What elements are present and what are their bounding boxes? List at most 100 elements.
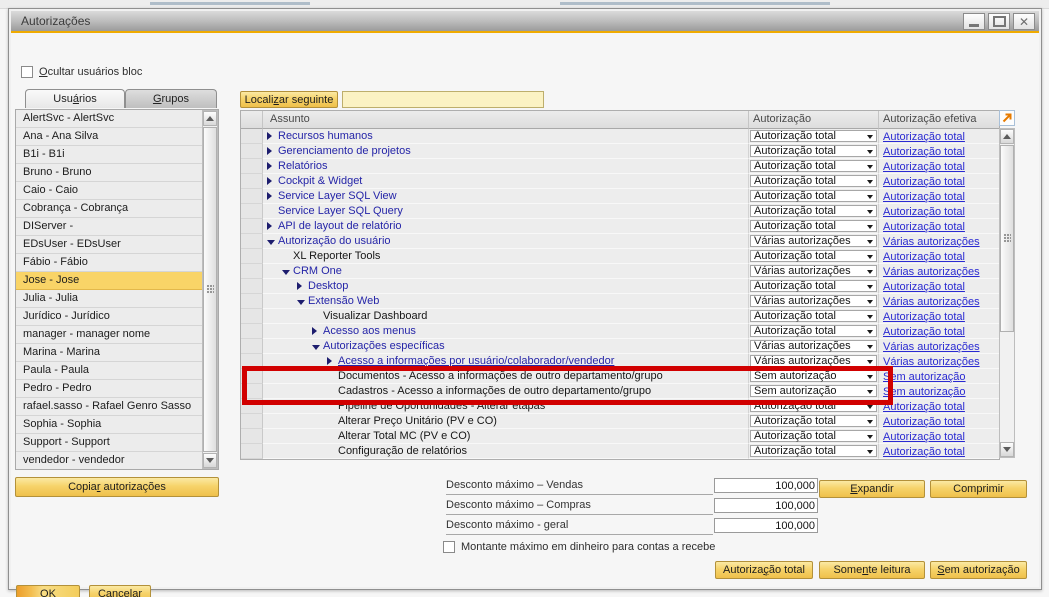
subject-cell[interactable]: Autorizações específicas	[263, 339, 749, 354]
row-selector[interactable]	[241, 189, 263, 204]
effective-authorization-link[interactable]: Autorização total	[883, 131, 965, 143]
ok-button[interactable]: OK	[16, 585, 80, 597]
tree-toggle[interactable]	[267, 159, 278, 174]
subject-label[interactable]: Alterar Preço Unitário (PV e CO)	[338, 414, 497, 428]
row-selector[interactable]	[241, 294, 263, 309]
list-item-user[interactable]: Bruno - Bruno	[16, 164, 203, 182]
subject-label[interactable]: Acesso a informações por usuário/colabor…	[338, 354, 614, 368]
subject-label[interactable]: Desktop	[308, 279, 348, 293]
subject-label[interactable]: XL Reporter Tools	[293, 249, 380, 263]
list-item-user[interactable]: Paula - Paula	[16, 362, 203, 380]
subject-label[interactable]: Visualizar Dashboard	[323, 309, 427, 323]
list-item-user[interactable]: Julia - Julia	[16, 290, 203, 308]
row-selector[interactable]	[241, 369, 263, 384]
row-selector[interactable]	[241, 279, 263, 294]
tree-toggle[interactable]	[267, 174, 278, 189]
authorization-dropdown[interactable]: Autorização total	[750, 325, 877, 337]
effective-authorization-link[interactable]: Autorização total	[883, 191, 965, 203]
list-item-user[interactable]: Support - Support	[16, 434, 203, 452]
effective-authorization-link[interactable]: Autorização total	[883, 326, 965, 338]
list-item-user[interactable]: Pedro - Pedro	[16, 380, 203, 398]
subject-label[interactable]: Autorizações específicas	[323, 339, 445, 353]
subject-cell[interactable]: Visualizar Dashboard	[263, 309, 749, 324]
subject-cell[interactable]: Gerenciamento de projetos	[263, 144, 749, 159]
authorization-dropdown[interactable]: Autorização total	[750, 250, 877, 262]
subject-cell[interactable]: CRM One	[263, 264, 749, 279]
row-selector[interactable]	[241, 309, 263, 324]
row-selector[interactable]	[241, 219, 263, 234]
search-input[interactable]	[342, 91, 544, 108]
subject-cell[interactable]: Acesso a informações por usuário/colabor…	[263, 354, 749, 369]
subject-cell[interactable]: Documentos - Acesso a informações de out…	[263, 369, 749, 384]
row-selector[interactable]	[241, 354, 263, 369]
subject-label[interactable]: Service Layer SQL Query	[278, 204, 403, 218]
authorization-dropdown[interactable]: Sem autorização	[750, 370, 877, 382]
scrollbar-thumb[interactable]	[203, 127, 217, 452]
subject-label[interactable]: Documentos - Acesso a informações de out…	[338, 369, 663, 383]
scrollbar-thumb[interactable]	[1000, 145, 1014, 332]
user-list-scrollbar[interactable]	[202, 110, 218, 469]
authorization-dropdown[interactable]: Autorização total	[750, 130, 877, 142]
effective-authorization-link[interactable]: Autorização total	[883, 311, 965, 323]
row-selector[interactable]	[241, 144, 263, 159]
hide-blocked-users-checkbox[interactable]	[21, 66, 33, 78]
authorization-dropdown[interactable]: Autorização total	[750, 220, 877, 232]
list-item-user[interactable]: DIServer -	[16, 218, 203, 236]
row-selector[interactable]	[241, 324, 263, 339]
list-item-user[interactable]: Marina - Marina	[16, 344, 203, 362]
subject-cell[interactable]: Service Layer SQL View	[263, 189, 749, 204]
subject-cell[interactable]: Configuração de relatórios	[263, 444, 749, 459]
tree-toggle[interactable]	[267, 219, 278, 234]
effective-authorization-link[interactable]: Várias autorizações	[883, 356, 980, 368]
effective-authorization-link[interactable]: Autorização total	[883, 176, 965, 188]
row-selector[interactable]	[241, 129, 263, 144]
tree-toggle[interactable]	[327, 369, 338, 384]
effective-authorization-link[interactable]: Sem autorização	[883, 371, 966, 383]
discount-input[interactable]	[714, 498, 818, 513]
subject-cell[interactable]: XL Reporter Tools	[263, 249, 749, 264]
scroll-up-button[interactable]	[1000, 129, 1014, 144]
tree-toggle[interactable]	[312, 309, 323, 324]
effective-authorization-link[interactable]: Sem autorização	[883, 386, 966, 398]
row-selector[interactable]	[241, 429, 263, 444]
subject-label[interactable]: Extensão Web	[308, 294, 379, 308]
effective-authorization-link[interactable]: Várias autorizações	[883, 236, 980, 248]
subject-cell[interactable]: Acesso aos menus	[263, 324, 749, 339]
authorization-dropdown[interactable]: Sem autorização	[750, 385, 877, 397]
effective-authorization-link[interactable]: Autorização total	[883, 206, 965, 218]
scroll-down-button[interactable]	[1000, 442, 1014, 457]
list-item-user[interactable]: vendedor - vendedor	[16, 452, 203, 470]
authorization-dropdown[interactable]: Autorização total	[750, 445, 877, 457]
authorization-dropdown[interactable]: Autorização total	[750, 205, 877, 217]
authorization-dropdown[interactable]: Autorização total	[750, 145, 877, 157]
cancel-button[interactable]: Cancelar	[89, 585, 151, 597]
discount-input[interactable]	[714, 518, 818, 533]
authorization-dropdown[interactable]: Várias autorizações	[750, 265, 877, 277]
find-next-button[interactable]: Localizar seguinte	[240, 91, 338, 108]
row-selector[interactable]	[241, 264, 263, 279]
subject-label[interactable]: API de layout de relatório	[278, 219, 402, 233]
authorization-dropdown[interactable]: Autorização total	[750, 310, 877, 322]
discount-input[interactable]	[714, 478, 818, 493]
close-button[interactable]: ✕	[1013, 13, 1035, 30]
authorization-dropdown[interactable]: Autorização total	[750, 160, 877, 172]
list-item-user[interactable]: manager - manager nome	[16, 326, 203, 344]
list-item-user[interactable]: EDsUser - EDsUser	[16, 236, 203, 254]
scroll-down-button[interactable]	[203, 453, 217, 468]
effective-authorization-link[interactable]: Autorização total	[883, 401, 965, 413]
subject-label[interactable]: Recursos humanos	[278, 129, 373, 143]
subject-label[interactable]: Configuração de relatórios	[338, 444, 467, 458]
effective-authorization-link[interactable]: Autorização total	[883, 221, 965, 233]
tree-toggle[interactable]	[267, 204, 278, 219]
authorization-dropdown[interactable]: Várias autorizações	[750, 235, 877, 247]
tree-toggle[interactable]	[282, 264, 293, 279]
tree-toggle[interactable]	[297, 279, 308, 294]
authorization-dropdown[interactable]: Autorização total	[750, 415, 877, 427]
list-item-user[interactable]: B1i - B1i	[16, 146, 203, 164]
no-authorization-button[interactable]: Sem autorização	[930, 561, 1027, 579]
authorization-dropdown[interactable]: Autorização total	[750, 400, 877, 412]
authorization-dropdown[interactable]: Várias autorizações	[750, 355, 877, 367]
expand-button[interactable]: Expandir	[819, 480, 925, 498]
scroll-up-button[interactable]	[203, 111, 217, 126]
subject-cell[interactable]: Service Layer SQL Query	[263, 204, 749, 219]
